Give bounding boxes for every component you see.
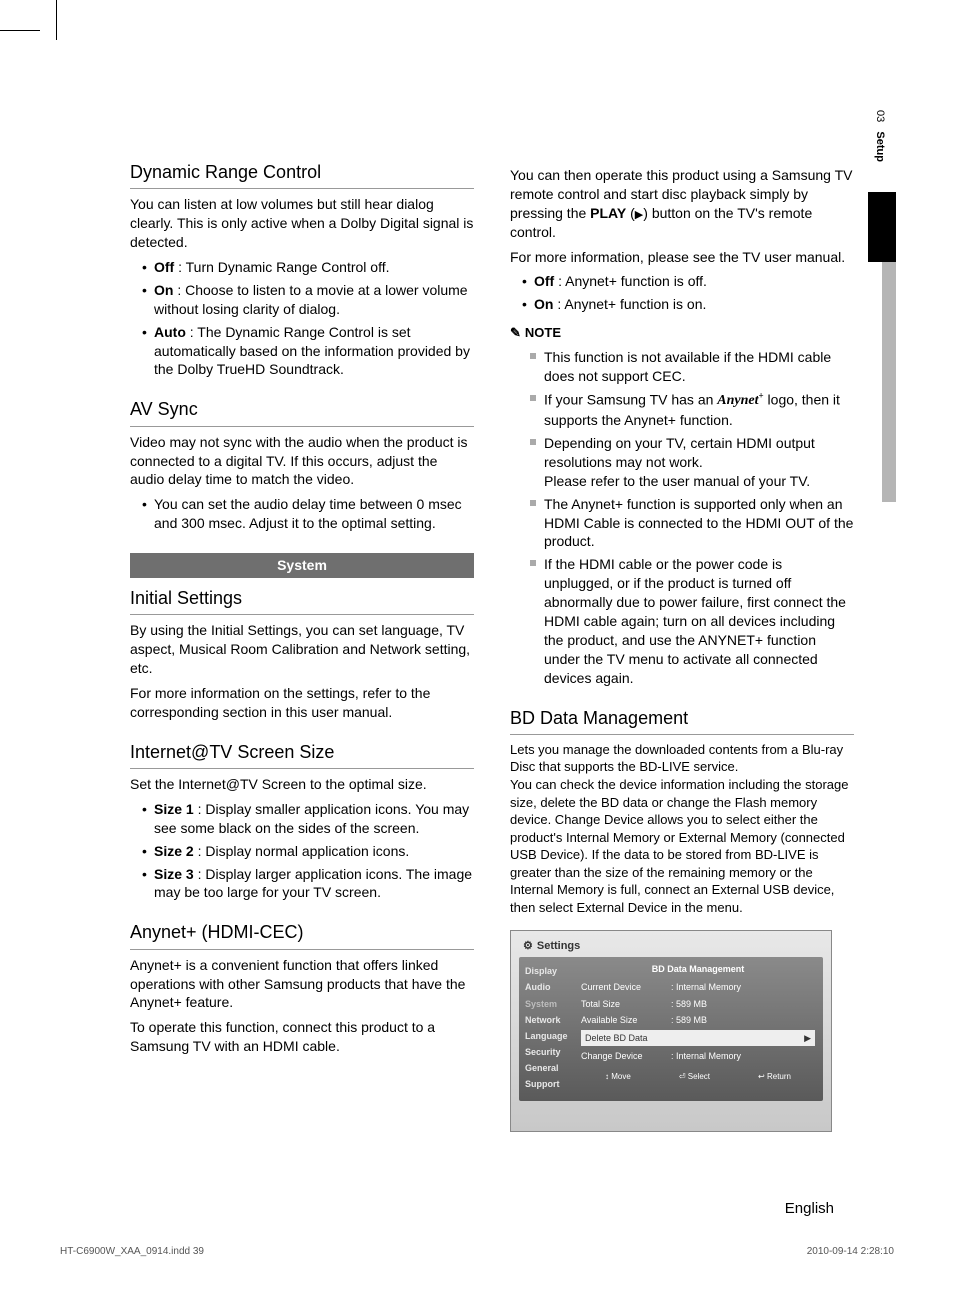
language-footer: English [785, 1200, 834, 1217]
side-tab: 03 Setup [868, 100, 896, 580]
settings-main: BD Data Management Current Device: Inter… [577, 957, 823, 1101]
anynet-cont-p1: You can then operate this product using … [510, 166, 854, 242]
bd-para: Lets you manage the downloaded contents … [510, 741, 854, 916]
settings-screenshot: ⚙Settings Display Audio System Network L… [510, 930, 832, 1132]
settings-hints: ↕ Move ⏎ Select ↩ Return [581, 1072, 815, 1083]
anynet-cont-p2: For more information, please see the TV … [510, 248, 854, 267]
list-item: The Anynet+ function is supported only w… [530, 495, 854, 552]
list-item: Size 2 : Display normal application icon… [142, 842, 474, 861]
heading-bd: BD Data Management [510, 706, 854, 735]
left-column: Dynamic Range Control You can listen at … [130, 160, 474, 1132]
sidebar-item: Network [519, 1012, 577, 1028]
note-icon: ✎ [510, 324, 521, 342]
initial-settings-p2: For more information on the settings, re… [130, 684, 474, 722]
print-footer: HT-C6900W_XAA_0914.indd 39 2010-09-14 2:… [60, 1246, 894, 1257]
list-item: If the HDMI cable or the power code is u… [530, 555, 854, 687]
heading-drc: Dynamic Range Control [130, 160, 474, 189]
itv-list: Size 1 : Display smaller application ico… [130, 800, 474, 902]
heading-avsync: AV Sync [130, 397, 474, 426]
sidebar-item: Support [519, 1076, 577, 1092]
anynet-on-off-list: Off : Anynet+ function is off. On : Anyn… [510, 272, 854, 314]
list-item: If your Samsung TV has an Anynet+ logo, … [530, 390, 854, 430]
heading-anynet: Anynet+ (HDMI-CEC) [130, 920, 474, 949]
chevron-right-icon: ▶ [804, 1032, 811, 1044]
sidebar-item: Language [519, 1028, 577, 1044]
drc-list: Off : Turn Dynamic Range Control off. On… [130, 258, 474, 379]
list-item: Size 3 : Display larger application icon… [142, 865, 474, 903]
list-item: Size 1 : Display smaller application ico… [142, 800, 474, 838]
sidebar-item: Audio [519, 979, 577, 995]
anynet-p2: To operate this function, connect this p… [130, 1018, 474, 1056]
list-item: You can set the audio delay time between… [142, 495, 474, 533]
list-item: This function is not available if the HD… [530, 348, 854, 386]
initial-settings-p1: By using the Initial Settings, you can s… [130, 621, 474, 678]
system-tab: System [130, 553, 474, 578]
settings-main-title: BD Data Management [581, 963, 815, 975]
settings-highlight-row: Delete BD Data ▶ [581, 1030, 815, 1046]
footer-left: HT-C6900W_XAA_0914.indd 39 [60, 1246, 204, 1257]
settings-title: ⚙Settings [523, 939, 580, 954]
list-item: On : Anynet+ function is on. [522, 295, 854, 314]
note-label: ✎NOTE [510, 324, 854, 342]
chapter-number: 03 [874, 110, 886, 122]
anynet-logo: Anynet+ [717, 393, 763, 408]
drc-intro: You can listen at low volumes but still … [130, 195, 474, 252]
anynet-p1: Anynet+ is a convenient function that of… [130, 956, 474, 1013]
avsync-list: You can set the audio delay time between… [130, 495, 474, 533]
itv-intro: Set the Internet@TV Screen to the optima… [130, 775, 474, 794]
footer-right: 2010-09-14 2:28:10 [807, 1246, 894, 1257]
avsync-intro: Video may not sync with the audio when t… [130, 433, 474, 490]
right-column: You can then operate this product using … [510, 160, 854, 1132]
settings-sidebar: Display Audio System Network Language Se… [519, 957, 577, 1101]
sidebar-item: Display [519, 963, 577, 979]
list-item: Depending on your TV, certain HDMI outpu… [530, 434, 854, 491]
heading-itv: Internet@TV Screen Size [130, 740, 474, 769]
gear-icon: ⚙ [523, 939, 533, 954]
sidebar-item-active: System [519, 996, 577, 1012]
sidebar-item: Security [519, 1044, 577, 1060]
sidebar-item: General [519, 1060, 577, 1076]
page: 03 Setup Dynamic Range Control You can l… [0, 0, 954, 1307]
note-list: This function is not available if the HD… [510, 348, 854, 688]
list-item: Auto : The Dynamic Range Control is set … [142, 323, 474, 380]
list-item: On : Choose to listen to a movie at a lo… [142, 281, 474, 319]
list-item: Off : Anynet+ function is off. [522, 272, 854, 291]
play-icon: ▶ [635, 208, 643, 223]
chapter-name: Setup [874, 131, 886, 162]
list-item: Off : Turn Dynamic Range Control off. [142, 258, 474, 277]
heading-initial-settings: Initial Settings [130, 586, 474, 615]
